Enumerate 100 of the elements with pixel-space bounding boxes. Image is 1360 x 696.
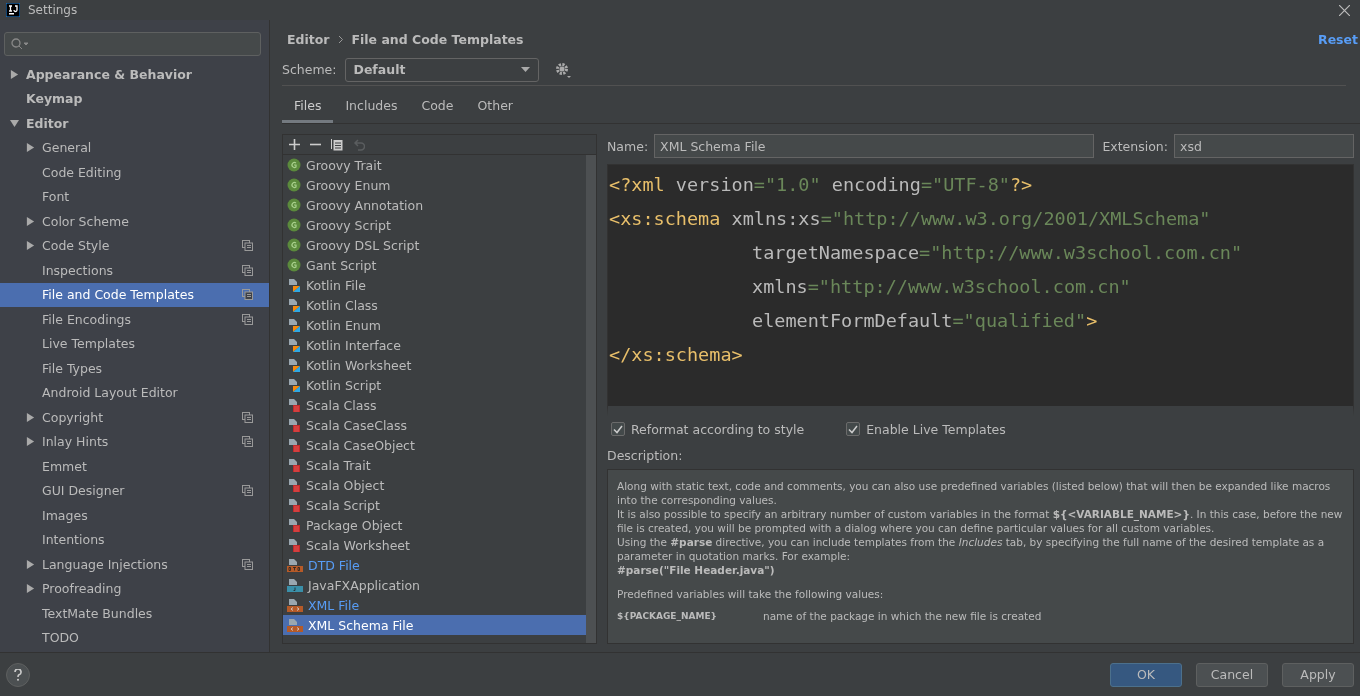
- template-item[interactable]: Scala Worksheet: [283, 535, 586, 555]
- close-icon[interactable]: [1339, 4, 1350, 16]
- add-icon[interactable]: [289, 139, 300, 150]
- template-item[interactable]: Package Object: [283, 515, 586, 535]
- settings-icon[interactable]: [554, 61, 571, 78]
- template-item[interactable]: Scala Trait: [283, 455, 586, 475]
- settings-item[interactable]: Live Templates: [0, 331, 269, 356]
- template-item[interactable]: Scala CaseObject: [283, 435, 586, 455]
- template-item[interactable]: Scala Class: [283, 395, 586, 415]
- settings-category[interactable]: Appearance & Behavior: [0, 62, 269, 87]
- settings-item[interactable]: GUI Designer: [0, 478, 269, 503]
- template-item[interactable]: Kotlin Enum: [283, 315, 586, 335]
- copy-icon[interactable]: [331, 138, 343, 151]
- collapsed-arrow-icon[interactable]: [26, 216, 35, 226]
- scala-file-icon: [287, 518, 301, 532]
- settings-item[interactable]: Color Scheme: [0, 209, 269, 234]
- description-text: It is also possible to specify an arbitrary number of custom variables in the format ${<VARIABLE_NAME>}. In this case, before the new file is created, you will be prompted with a dialog where you can define particular values for all custom variables.: [617, 507, 1344, 535]
- template-item[interactable]: DTD File: [283, 555, 586, 575]
- variable-description: name of the package in which the new file is created: [763, 609, 1042, 623]
- settings-item[interactable]: File and Code Templates: [0, 282, 269, 307]
- expanded-arrow-icon[interactable]: [10, 118, 19, 128]
- scala-file-icon: [287, 438, 301, 452]
- collapsed-arrow-icon[interactable]: [26, 241, 35, 251]
- settings-item[interactable]: Images: [0, 503, 269, 528]
- scheme-dropdown[interactable]: Default: [344, 57, 539, 82]
- dialog-button[interactable]: OK: [1110, 662, 1182, 687]
- checkbox-label: Reformat according to style: [631, 421, 805, 437]
- settings-item[interactable]: Font: [0, 184, 269, 209]
- checkbox[interactable]: [846, 422, 861, 436]
- name-label: Name:: [607, 138, 649, 154]
- template-item[interactable]: XML File: [283, 595, 586, 615]
- collapsed-arrow-icon[interactable]: [26, 143, 35, 153]
- project-level-icon: [242, 411, 253, 423]
- template-item[interactable]: Gant Script: [283, 255, 586, 275]
- description-label: Description:: [607, 448, 684, 463]
- settings-item[interactable]: Intentions: [0, 527, 269, 552]
- dialog-button[interactable]: Cancel: [1196, 662, 1268, 687]
- dtd-file-icon: [287, 558, 303, 572]
- window-title: Settings: [28, 3, 78, 17]
- reset-link[interactable]: Reset: [1318, 31, 1358, 47]
- tab[interactable]: Files: [282, 98, 334, 123]
- collapsed-arrow-icon[interactable]: [26, 559, 35, 569]
- tab[interactable]: Other: [465, 98, 525, 123]
- template-item[interactable]: Kotlin File: [283, 275, 586, 295]
- settings-item[interactable]: Code Editing: [0, 160, 269, 185]
- code-line: elementFormDefault="qualified">: [751, 308, 1099, 333]
- settings-item[interactable]: Android Layout Editor: [0, 380, 269, 405]
- name-field[interactable]: XML Schema File: [654, 134, 1095, 158]
- template-item[interactable]: Groovy Annotation: [283, 195, 586, 215]
- dialog-button[interactable]: Apply: [1282, 662, 1354, 687]
- template-item[interactable]: Kotlin Worksheet: [283, 355, 586, 375]
- scala-file-icon: [287, 478, 301, 492]
- template-item[interactable]: Kotlin Interface: [283, 335, 586, 355]
- settings-category[interactable]: Keymap: [0, 86, 269, 111]
- template-item[interactable]: Kotlin Class: [283, 295, 586, 315]
- template-item[interactable]: Groovy Trait: [283, 155, 586, 175]
- template-item[interactable]: Groovy DSL Script: [283, 235, 586, 255]
- settings-item[interactable]: Language Injections: [0, 552, 269, 577]
- settings-category[interactable]: Editor: [0, 111, 269, 136]
- project-level-icon: [242, 558, 253, 570]
- extension-field[interactable]: xsd: [1174, 134, 1354, 158]
- settings-item[interactable]: File Encodings: [0, 307, 269, 332]
- breadcrumb-item[interactable]: File and Code Templates: [351, 31, 524, 47]
- collapsed-arrow-icon[interactable]: [10, 69, 19, 79]
- checkbox-label: Enable Live Templates: [866, 421, 1006, 437]
- checkbox[interactable]: [611, 422, 625, 436]
- collapsed-arrow-icon[interactable]: [26, 437, 35, 447]
- kotlin-file-icon: [287, 298, 301, 312]
- code-line: <?xml version="1.0" encoding="UTF-8"?>: [609, 172, 1034, 197]
- xml-file-icon: [287, 598, 303, 612]
- tab[interactable]: Code: [409, 98, 466, 123]
- settings-item[interactable]: Inlay Hints: [0, 429, 269, 454]
- template-item[interactable]: JavaFXApplication: [283, 575, 586, 595]
- extension-label: Extension:: [1102, 138, 1168, 154]
- settings-item[interactable]: Inspections: [0, 258, 269, 283]
- help-button[interactable]: [6, 662, 30, 687]
- collapsed-arrow-icon[interactable]: [26, 412, 35, 422]
- settings-item[interactable]: Proofreading: [0, 576, 269, 601]
- template-item[interactable]: XML Schema File: [283, 615, 586, 635]
- template-item[interactable]: Kotlin Script: [283, 375, 586, 395]
- template-item[interactable]: Groovy Script: [283, 215, 586, 235]
- settings-item[interactable]: General: [0, 135, 269, 160]
- code-line: xmlns="http://www.w3school.com.cn": [751, 274, 1132, 299]
- template-item[interactable]: Scala Object: [283, 475, 586, 495]
- settings-item[interactable]: Copyright: [0, 405, 269, 430]
- settings-item[interactable]: TODO: [0, 625, 269, 650]
- template-item[interactable]: Scala CaseClass: [283, 415, 586, 435]
- kotlin-file-icon: [287, 318, 301, 332]
- settings-item[interactable]: TextMate Bundles: [0, 601, 269, 626]
- settings-item[interactable]: Emmet: [0, 454, 269, 479]
- template-item[interactable]: Groovy Enum: [283, 175, 586, 195]
- settings-item[interactable]: Code Style: [0, 233, 269, 258]
- description-text: Using the #parse directive, you can include templates from the Includes tab, by specifying the full name of the desired template as a parameter in quotation marks. For example:: [617, 535, 1326, 563]
- template-item[interactable]: Scala Script: [283, 495, 586, 515]
- breadcrumb-item[interactable]: Editor: [287, 31, 330, 47]
- project-level-icon: [242, 436, 253, 448]
- search-field[interactable]: [4, 32, 261, 56]
- settings-item[interactable]: File Types: [0, 356, 269, 381]
- tab[interactable]: Includes: [333, 98, 410, 123]
- collapsed-arrow-icon[interactable]: [26, 584, 35, 594]
